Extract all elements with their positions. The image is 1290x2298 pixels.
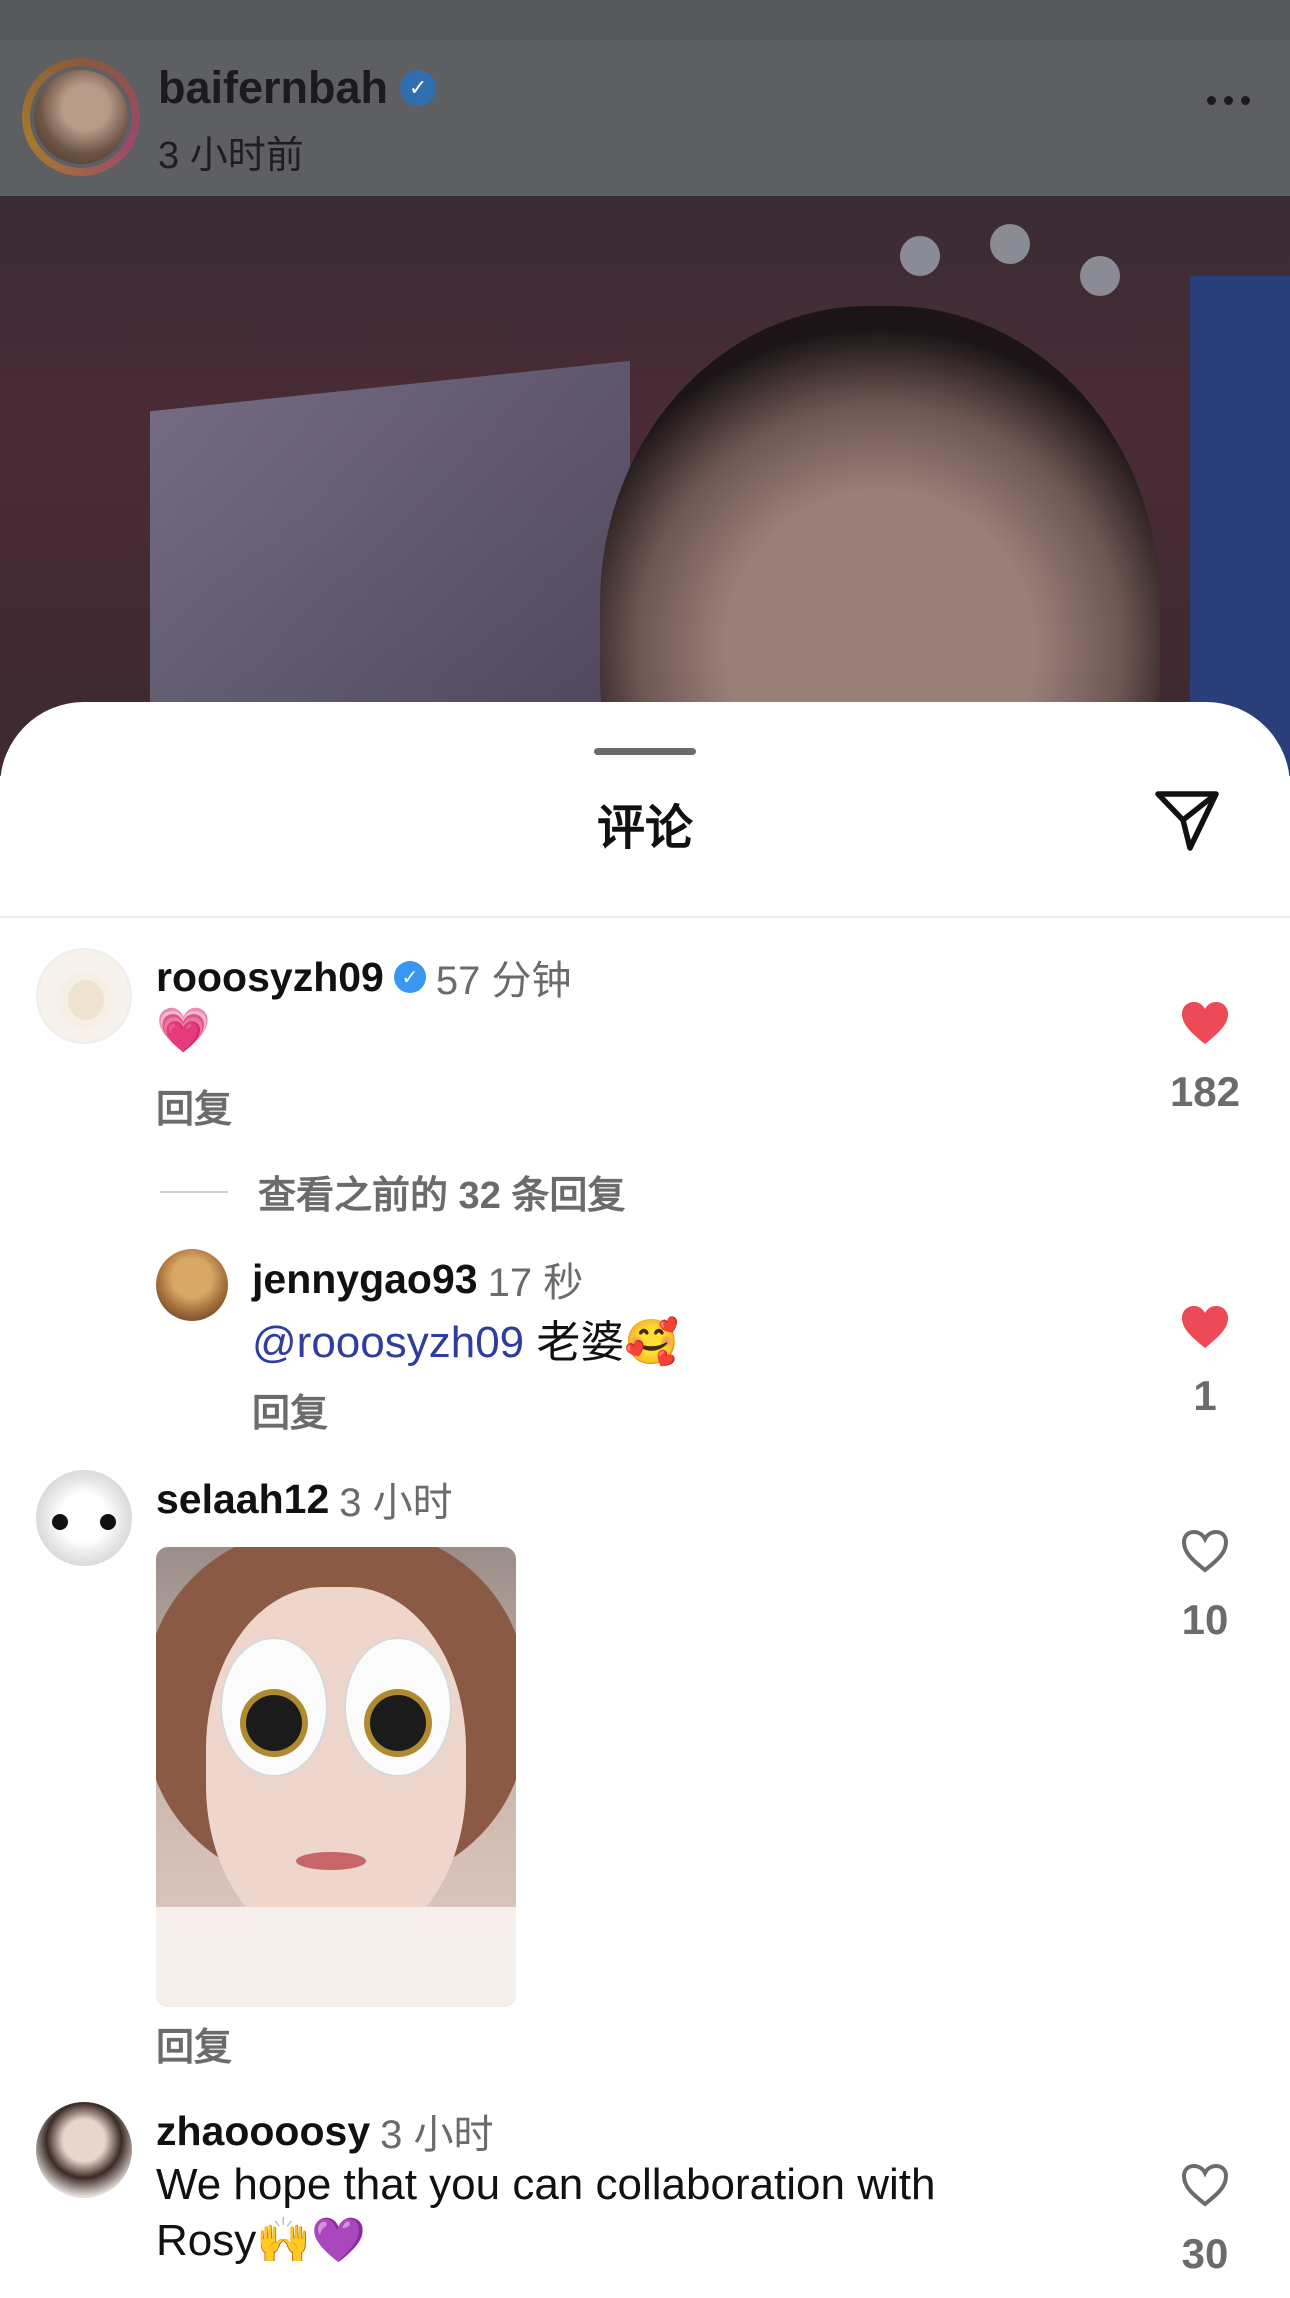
sheet-grabber[interactable] bbox=[594, 748, 696, 755]
post-header: baifernbah ✓ 3 小时前 bbox=[0, 0, 1290, 196]
comment-header: jennygao93 17 秒 bbox=[252, 1250, 583, 1308]
more-icon[interactable] bbox=[1207, 96, 1250, 105]
post-author-avatar[interactable] bbox=[22, 58, 140, 176]
status-bar bbox=[0, 0, 1290, 40]
reply-button[interactable]: 回复 bbox=[156, 1078, 232, 1133]
comment-text: 💗 bbox=[156, 1006, 211, 1055]
like-button[interactable]: 30 bbox=[1150, 2162, 1260, 2278]
sheet-title: 评论 bbox=[596, 802, 693, 855]
comment-header: zhaoooosy 3 小时 bbox=[156, 2102, 494, 2160]
verified-icon: ✓ bbox=[400, 70, 437, 106]
sheet-divider bbox=[0, 916, 1290, 918]
like-count: 1 bbox=[1193, 1372, 1217, 1419]
comment-time: 17 秒 bbox=[487, 1261, 584, 1305]
comments-sheet: 评论 rooosyzh09 ✓ 57 分钟 💗 回复 182 查看之前的 32 … bbox=[0, 702, 1290, 2298]
comment-body: 老婆🥰 bbox=[524, 1318, 680, 1367]
comment-header: selaah12 3 小时 bbox=[156, 1470, 453, 1528]
heart-outline-icon bbox=[1181, 2163, 1229, 2207]
like-button[interactable]: 10 bbox=[1150, 1528, 1260, 1644]
like-button[interactable]: 1 bbox=[1150, 1304, 1260, 1420]
heart-filled-icon bbox=[1182, 1002, 1228, 1044]
avatar[interactable] bbox=[36, 1470, 132, 1566]
comment-text-line: We hope that you can collaboration with bbox=[156, 2160, 936, 2209]
comment-time: 3 小时 bbox=[380, 2113, 494, 2157]
comment-username[interactable]: zhaoooosy bbox=[156, 2108, 370, 2155]
comment-time: 3 小时 bbox=[339, 1481, 453, 1525]
like-count: 182 bbox=[1169, 1068, 1241, 1115]
post-timestamp: 3 小时前 bbox=[158, 135, 304, 177]
avatar[interactable] bbox=[36, 2102, 132, 2198]
reply-button[interactable]: 回复 bbox=[252, 1382, 328, 1437]
comment-text-line: Rosy🙌💜 bbox=[156, 2216, 366, 2265]
avatar[interactable] bbox=[36, 948, 132, 1044]
mention-link[interactable]: @rooosyzh09 bbox=[252, 1318, 524, 1367]
post-image bbox=[0, 196, 1290, 776]
heart-outline-icon bbox=[1181, 1529, 1229, 1573]
like-count: 10 bbox=[1181, 1596, 1229, 1643]
verified-icon: ✓ bbox=[393, 961, 426, 993]
comment-username[interactable]: jennygao93 bbox=[252, 1256, 478, 1303]
like-button[interactable]: 182 bbox=[1150, 1000, 1260, 1116]
comment-header: rooosyzh09 ✓ 57 分钟 bbox=[156, 948, 571, 1006]
send-icon[interactable] bbox=[1152, 786, 1222, 856]
comment-username[interactable]: selaah12 bbox=[156, 1476, 329, 1523]
comment-username[interactable]: rooosyzh09 bbox=[156, 954, 384, 1001]
post-author-username[interactable]: baifernbah ✓ bbox=[158, 62, 437, 114]
divider-line bbox=[160, 1190, 228, 1193]
reply-button[interactable]: 回复 bbox=[156, 2016, 232, 2071]
like-count: 30 bbox=[1181, 2230, 1229, 2277]
post-username-text: baifernbah bbox=[158, 62, 389, 113]
comment-photo[interactable] bbox=[156, 1547, 516, 2007]
avatar[interactable] bbox=[156, 1249, 228, 1321]
comment-time: 57 分钟 bbox=[435, 959, 572, 1003]
comment-text: @rooosyzh09 老婆🥰 bbox=[252, 1306, 679, 1370]
view-previous-replies[interactable]: 查看之前的 32 条回复 bbox=[160, 1164, 625, 1219]
heart-filled-icon bbox=[1182, 1306, 1228, 1348]
view-previous-replies-label: 查看之前的 32 条回复 bbox=[258, 1175, 626, 1217]
